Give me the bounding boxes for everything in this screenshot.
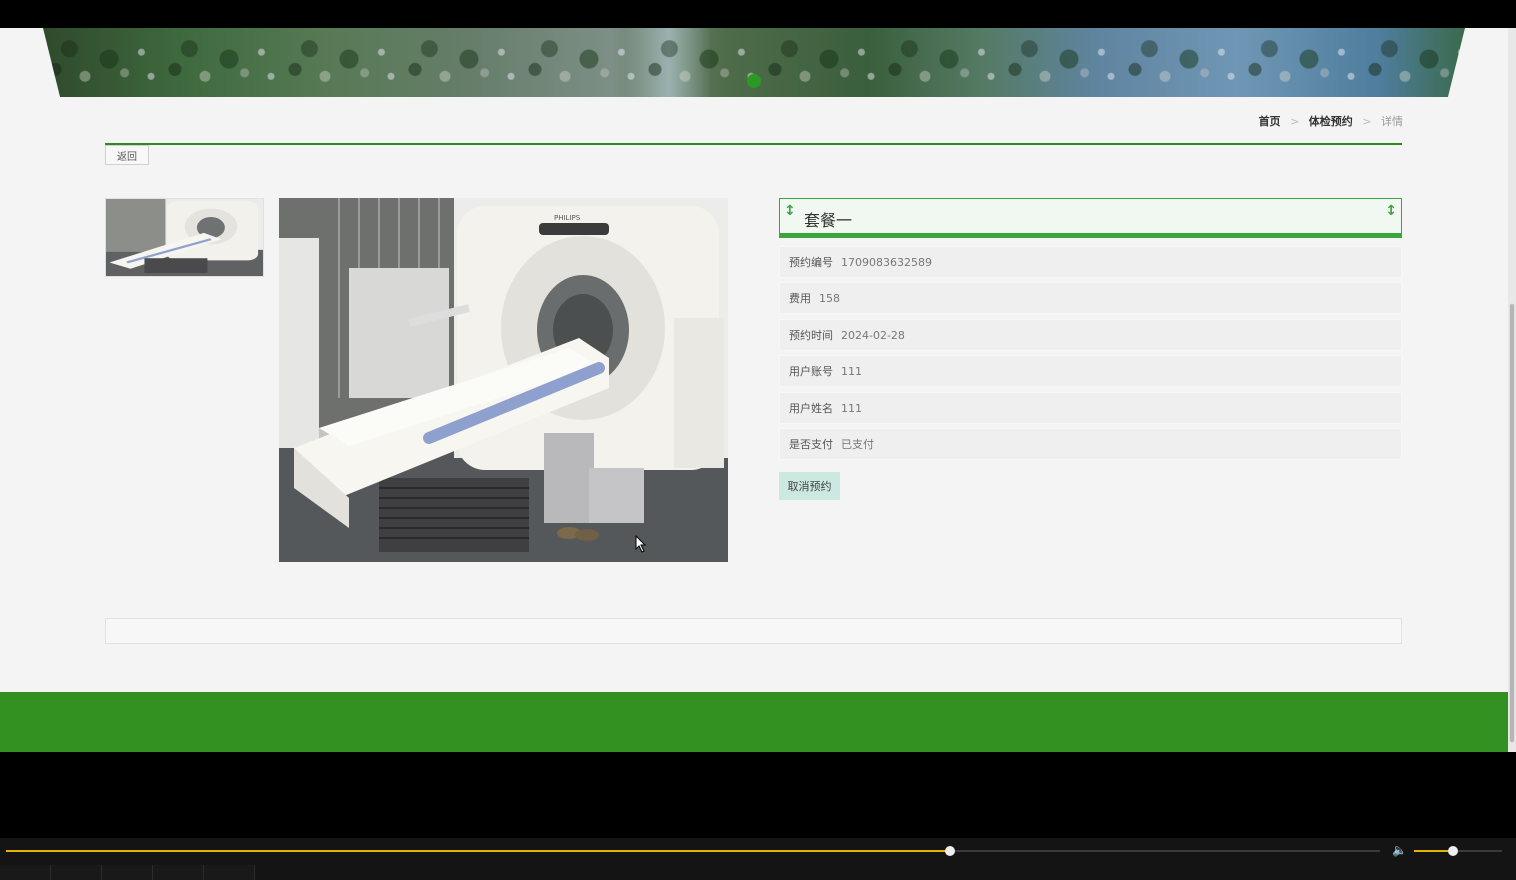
field-value: 111 bbox=[841, 401, 862, 415]
arrow-updown-icon: ↕ bbox=[784, 203, 796, 219]
field-value: 1709083632589 bbox=[841, 255, 932, 269]
page: 首页 > 体检预约 > 详情 返回 PHILIPS ↕ 套餐一 ↕ 预约编号 1… bbox=[0, 28, 1508, 752]
field-label: 费用 bbox=[789, 292, 811, 305]
field-label: 预约编号 bbox=[789, 256, 833, 269]
detail-row: 预约时间 2024-02-28 bbox=[779, 319, 1402, 351]
player-tab[interactable] bbox=[204, 865, 255, 880]
ct-scanner-thumbnail bbox=[106, 199, 263, 276]
seek-handle[interactable] bbox=[944, 846, 955, 856]
breadcrumb-current: 详情 bbox=[1381, 115, 1403, 128]
field-value: 2024-02-28 bbox=[841, 328, 905, 342]
divider bbox=[105, 143, 1402, 145]
ct-scanner-image: PHILIPS bbox=[279, 198, 728, 562]
player-tab[interactable] bbox=[153, 865, 204, 880]
cancel-booking-button[interactable]: 取消预约 bbox=[779, 472, 840, 500]
seek-progress bbox=[6, 850, 950, 852]
back-button[interactable]: 返回 bbox=[105, 145, 149, 165]
field-value: 已支付 bbox=[841, 438, 874, 451]
player-tabs bbox=[0, 865, 1516, 880]
content-panel bbox=[105, 618, 1402, 644]
detail-row: 是否支付 已支付 bbox=[779, 428, 1402, 460]
package-title-box: ↕ 套餐一 ↕ bbox=[779, 198, 1402, 238]
video-player-bar: 🔈 bbox=[0, 838, 1516, 880]
footer bbox=[0, 692, 1508, 752]
detail-row: 用户账号 111 bbox=[779, 355, 1402, 387]
scrollbar-thumb[interactable] bbox=[1509, 303, 1515, 743]
field-label: 是否支付 bbox=[789, 438, 833, 451]
detail-row: 费用 158 bbox=[779, 282, 1402, 314]
breadcrumb: 首页 > 体检预约 > 详情 bbox=[1253, 113, 1403, 129]
seek-bar[interactable] bbox=[6, 846, 1380, 856]
breadcrumb-separator: > bbox=[1290, 115, 1300, 128]
breadcrumb-home[interactable]: 首页 bbox=[1259, 115, 1281, 128]
volume-icon[interactable]: 🔈 bbox=[1392, 843, 1407, 857]
arrow-updown-icon: ↕ bbox=[1385, 203, 1397, 219]
field-value: 158 bbox=[819, 291, 840, 305]
breadcrumb-separator: > bbox=[1362, 115, 1372, 128]
detail-row: 用户姓名 111 bbox=[779, 392, 1402, 424]
player-tab[interactable] bbox=[0, 865, 51, 880]
main-image: PHILIPS bbox=[279, 198, 728, 562]
thumbnail-image[interactable] bbox=[105, 198, 264, 277]
mouse-cursor-icon bbox=[635, 535, 647, 553]
volume-handle[interactable] bbox=[1447, 846, 1458, 856]
field-label: 用户账号 bbox=[789, 365, 833, 378]
volume-slider[interactable] bbox=[1414, 846, 1502, 856]
carousel-dot[interactable] bbox=[747, 74, 761, 88]
brand-text: PHILIPS bbox=[554, 214, 581, 222]
volume-level bbox=[1414, 850, 1453, 852]
detail-row: 预约编号 1709083632589 bbox=[779, 246, 1402, 278]
breadcrumb-section[interactable]: 体检预约 bbox=[1309, 115, 1353, 128]
player-tab[interactable] bbox=[51, 865, 102, 880]
player-tab[interactable] bbox=[102, 865, 153, 880]
field-label: 预约时间 bbox=[789, 329, 833, 342]
field-value: 111 bbox=[841, 364, 862, 378]
page-scrollbar[interactable] bbox=[1508, 28, 1516, 752]
package-title: 套餐一 bbox=[804, 211, 853, 230]
field-label: 用户姓名 bbox=[789, 402, 833, 415]
